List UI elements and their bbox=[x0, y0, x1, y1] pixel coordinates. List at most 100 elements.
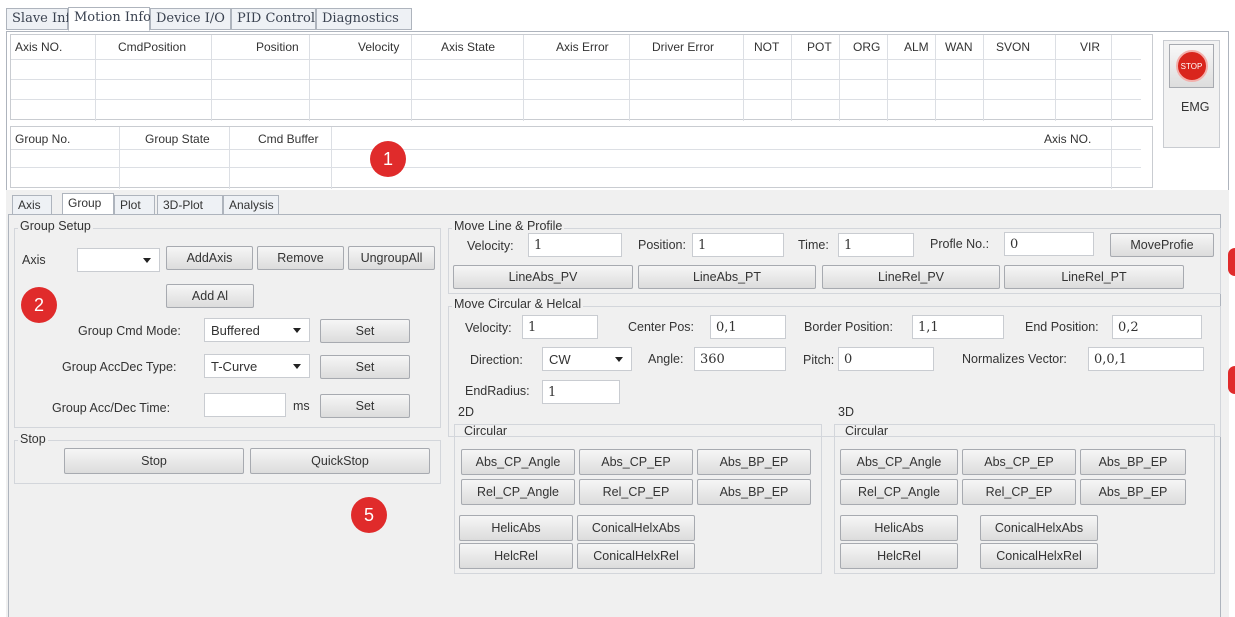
col-group-axis-no[interactable]: Axis NO. bbox=[1044, 132, 1091, 146]
pitch-label: Pitch: bbox=[803, 353, 835, 367]
chevron-down-icon bbox=[293, 364, 301, 369]
helic-rel-3d-button[interactable]: HelcRel bbox=[840, 543, 958, 569]
subtab-group[interactable]: Group bbox=[62, 193, 114, 215]
accdec-time-input[interactable] bbox=[204, 393, 286, 417]
helic-abs-2d-button[interactable]: HelicAbs bbox=[459, 515, 573, 541]
col-wan[interactable]: WAN bbox=[945, 40, 973, 54]
abs-cp-ep-3d-button[interactable]: Abs_CP_EP bbox=[962, 449, 1076, 475]
set-accdec-time-button[interactable]: Set bbox=[320, 394, 410, 418]
col-group-state[interactable]: Group State bbox=[145, 132, 210, 146]
cmd-mode-combo[interactable]: Buffered bbox=[204, 318, 310, 342]
line-rel-pv-button[interactable]: LineRel_PV bbox=[822, 265, 1000, 289]
conical-helix-rel-2d-button[interactable]: ConicalHelxRel bbox=[577, 543, 695, 569]
accdec-time-label: Group Acc/Dec Time: bbox=[52, 401, 171, 415]
axis-table: Axis NO. CmdPosition Position Velocity A… bbox=[10, 34, 1153, 121]
line-position-input[interactable]: 1 bbox=[692, 233, 784, 257]
group-table: Group No. Group State Cmd Buffer Axis NO… bbox=[10, 126, 1153, 189]
move-circ-title: Move Circular & Helcal bbox=[452, 297, 584, 311]
line-position-label: Position: bbox=[638, 238, 686, 252]
remove-button[interactable]: Remove bbox=[257, 246, 344, 270]
col-vir[interactable]: VIR bbox=[1080, 40, 1100, 54]
col-org[interactable]: ORG bbox=[853, 40, 880, 54]
conical-helix-rel-3d-button[interactable]: ConicalHelxRel bbox=[980, 543, 1098, 569]
ungroup-all-button[interactable]: UngroupAll bbox=[348, 246, 435, 270]
helic-abs-3d-button[interactable]: HelicAbs bbox=[840, 515, 958, 541]
subtab-analysis[interactable]: Analysis bbox=[223, 195, 279, 215]
col-cmd-buffer[interactable]: Cmd Buffer bbox=[258, 132, 318, 146]
tab-slave-info[interactable]: Slave Info bbox=[6, 8, 78, 30]
end-position-input[interactable]: 0,2 bbox=[1112, 315, 1202, 339]
circ-velocity-input[interactable]: 1 bbox=[522, 315, 598, 339]
col-axis-state[interactable]: Axis State bbox=[441, 40, 495, 54]
abs-cp-angle-2d-button[interactable]: Abs_CP_Angle bbox=[461, 449, 575, 475]
col-axis-error[interactable]: Axis Error bbox=[556, 40, 609, 54]
line-velocity-input[interactable]: 1 bbox=[528, 233, 622, 257]
quickstop-button[interactable]: QuickStop bbox=[250, 448, 430, 474]
annotation-badge-5: 5 bbox=[351, 497, 387, 533]
profile-no-input[interactable]: 0 bbox=[1004, 232, 1094, 256]
angle-input[interactable]: 360 bbox=[694, 347, 786, 371]
abs-bp-ep-3d-button[interactable]: Abs_BP_EP bbox=[1080, 449, 1186, 475]
col-pot[interactable]: POT bbox=[807, 40, 832, 54]
annotation-badge-2: 2 bbox=[21, 287, 57, 323]
line-velocity-label: Velocity: bbox=[467, 239, 514, 253]
accdec-type-label: Group AccDec Type: bbox=[62, 360, 177, 374]
center-pos-label: Center Pos: bbox=[628, 320, 695, 334]
col-driver-error[interactable]: Driver Error bbox=[652, 40, 714, 54]
circular-3d-title: Circular bbox=[845, 424, 889, 438]
angle-label: Angle: bbox=[648, 352, 684, 366]
set-accdec-type-button[interactable]: Set bbox=[320, 355, 410, 379]
stop-icon: STOP bbox=[1175, 50, 1208, 82]
add-all-button[interactable]: Add Al bbox=[166, 284, 254, 308]
accdec-type-combo[interactable]: T-Curve bbox=[204, 354, 310, 378]
pitch-input[interactable]: 0 bbox=[838, 347, 934, 371]
rel-cp-angle-3d-button[interactable]: Rel_CP_Angle bbox=[840, 479, 958, 505]
border-position-input[interactable]: 1,1 bbox=[912, 315, 1004, 339]
emg-button[interactable]: STOP bbox=[1169, 44, 1214, 88]
line-abs-pv-button[interactable]: LineAbs_PV bbox=[453, 265, 633, 289]
tab-pid-control[interactable]: PID Control bbox=[231, 8, 316, 30]
rel-cp-ep-3d-button[interactable]: Rel_CP_EP bbox=[962, 479, 1076, 505]
tab-motion-info[interactable]: Motion Info bbox=[68, 7, 151, 31]
tab-diagnostics[interactable]: Diagnostics bbox=[316, 8, 412, 30]
abs-bp-ep-2-2d-button[interactable]: Abs_BP_EP bbox=[697, 479, 811, 505]
col-svon[interactable]: SVON bbox=[996, 40, 1030, 54]
col-velocity[interactable]: Velocity bbox=[358, 40, 399, 54]
center-pos-input[interactable]: 0,1 bbox=[710, 315, 786, 339]
line-time-label: Time: bbox=[798, 238, 829, 252]
move-line-title: Move Line & Profile bbox=[452, 219, 565, 233]
tab-device-io[interactable]: Device I/O bbox=[150, 8, 231, 30]
move-profile-button[interactable]: MoveProfie bbox=[1110, 233, 1214, 257]
col-cmd-position[interactable]: CmdPosition bbox=[118, 40, 186, 54]
direction-combo[interactable]: CW bbox=[542, 347, 632, 371]
stop-button[interactable]: Stop bbox=[64, 448, 244, 474]
abs-bp-ep-2d-button[interactable]: Abs_BP_EP bbox=[697, 449, 811, 475]
abs-cp-ep-2d-button[interactable]: Abs_CP_EP bbox=[579, 449, 693, 475]
label-3d: 3D bbox=[838, 405, 854, 419]
set-cmd-mode-button[interactable]: Set bbox=[320, 319, 410, 343]
col-position[interactable]: Position bbox=[256, 40, 299, 54]
emg-label: EMG bbox=[1181, 100, 1210, 114]
line-rel-pt-button[interactable]: LineRel_PT bbox=[1004, 265, 1184, 289]
line-time-input[interactable]: 1 bbox=[838, 233, 914, 257]
col-alm[interactable]: ALM bbox=[904, 40, 929, 54]
subtab-3d-plot[interactable]: 3D-Plot bbox=[157, 195, 223, 215]
conical-helix-abs-2d-button[interactable]: ConicalHelxAbs bbox=[577, 515, 695, 541]
axis-combo[interactable] bbox=[77, 248, 160, 272]
normalizes-vector-input[interactable]: 0,0,1 bbox=[1088, 347, 1204, 371]
helic-rel-2d-button[interactable]: HelcRel bbox=[459, 543, 573, 569]
end-radius-label: EndRadius: bbox=[465, 384, 530, 398]
abs-bp-ep-2-3d-button[interactable]: Abs_BP_EP bbox=[1080, 479, 1186, 505]
col-not[interactable]: NOT bbox=[754, 40, 779, 54]
line-abs-pt-button[interactable]: LineAbs_PT bbox=[638, 265, 816, 289]
rel-cp-angle-2d-button[interactable]: Rel_CP_Angle bbox=[461, 479, 575, 505]
conical-helix-abs-3d-button[interactable]: ConicalHelxAbs bbox=[980, 515, 1098, 541]
rel-cp-ep-2d-button[interactable]: Rel_CP_EP bbox=[579, 479, 693, 505]
abs-cp-angle-3d-button[interactable]: Abs_CP_Angle bbox=[840, 449, 958, 475]
end-radius-input[interactable]: 1 bbox=[542, 380, 620, 404]
col-axis-no[interactable]: Axis NO. bbox=[15, 40, 62, 54]
subtab-axis[interactable]: Axis bbox=[12, 195, 52, 215]
col-group-no[interactable]: Group No. bbox=[15, 132, 70, 146]
subtab-plot[interactable]: Plot bbox=[114, 195, 155, 215]
add-axis-button[interactable]: AddAxis bbox=[166, 246, 253, 270]
